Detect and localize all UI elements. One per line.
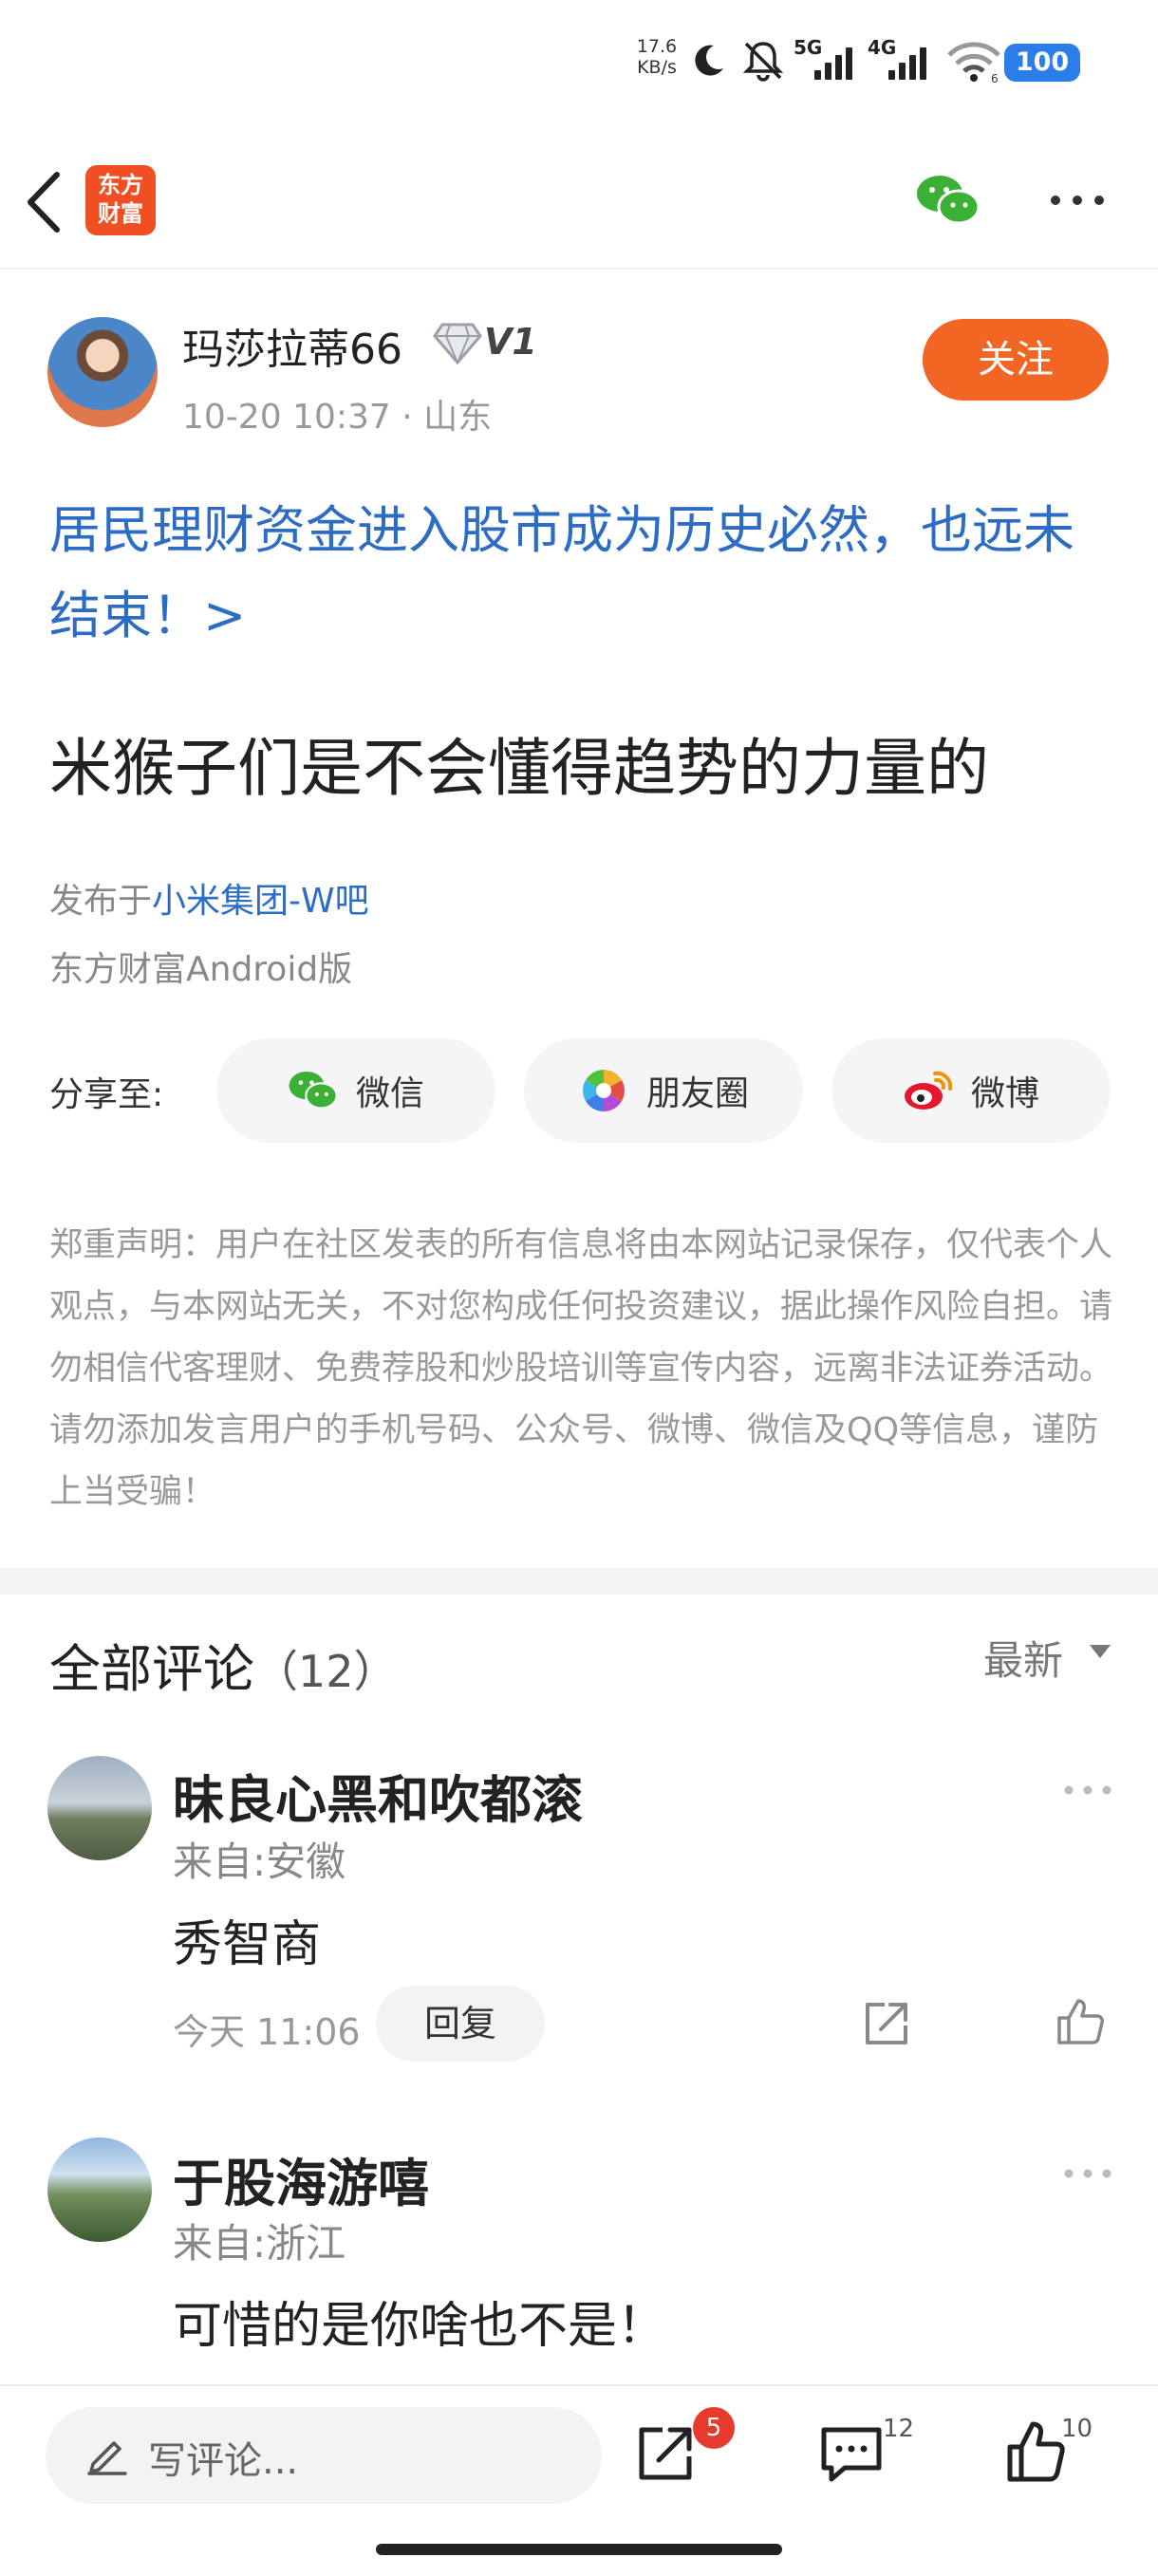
sort-dropdown[interactable]: 最新 [983,1629,1063,1687]
like-icon[interactable] [1004,2418,1067,2485]
comments-count: （12） [254,1646,398,1697]
share-icon[interactable] [860,1997,913,2050]
pencil-icon [87,2441,127,2475]
wifi-sub: 6 [991,72,999,84]
share-count-badge: 5 [693,2407,735,2449]
comment-count: 12 [883,2415,915,2443]
network-speed: 17.6 KB/s [630,36,683,78]
comment-avatar[interactable] [47,1756,152,1860]
share-moments-button[interactable]: 朋友圈 [524,1038,803,1143]
author-name[interactable]: 玛莎拉蒂66 [182,315,402,376]
post-body: 米猴子们是不会懂得趋势的力量的 [49,732,989,805]
comment-time: 今天 11:06 [173,2011,361,2053]
logo-line2: 财富 [98,200,143,227]
more-icon[interactable] [1048,186,1107,215]
share-weibo-label: 微博 [970,1074,1039,1113]
logo-line1: 东方 [98,172,143,198]
diamond-icon [433,323,482,365]
like-count: 10 [1061,2415,1093,2443]
app-logo[interactable]: 东方 财富 [85,165,156,235]
share-wechat-label: 微信 [355,1074,424,1113]
signal-sim2-icon: 4G [868,36,934,84]
share-wechat-button[interactable]: 微信 [216,1038,495,1143]
share-label: 分享至: [49,1075,164,1114]
comments-title-label: 全部评论 [49,1639,254,1699]
share-icon[interactable] [634,2422,697,2485]
caret-down-icon[interactable] [1088,1642,1112,1661]
comment-icon[interactable] [818,2422,885,2485]
comment-location: 来自:安徽 [173,1839,346,1885]
comment-text: 秀智商 [173,1916,322,1973]
comment-avatar[interactable] [47,2137,152,2242]
back-icon[interactable] [23,169,65,235]
comment-author[interactable]: 于股海游嘻 [173,2141,429,2216]
signal-sim1-icon: 5G [794,36,860,84]
comment-more-icon[interactable] [1061,1781,1114,1800]
bell-off-icon [742,42,784,82]
weibo-icon [904,1071,953,1110]
comment-more-icon[interactable] [1061,2164,1114,2183]
topic-link[interactable]: 居民理财资金进入股市成为历史必然，也远未结束！> [49,488,1112,659]
network-speed-unit: KB/s [637,57,677,78]
comment-input-placeholder[interactable]: 写评论... [148,2430,298,2485]
wechat-icon [289,1071,338,1110]
posted-in-prefix: 发布于 [49,882,153,921]
bar-link[interactable]: 小米集团-W吧 [152,882,369,921]
post-meta: 10-20 10:37 · 山东 [182,398,493,437]
reply-button[interactable]: 回复 [376,1986,545,2062]
comment-location: 来自:浙江 [173,2220,346,2267]
comment-text: 可惜的是你啥也不是！ [173,2298,667,2355]
author-avatar[interactable] [47,317,158,427]
section-divider [0,1568,1158,1595]
follow-button[interactable]: 关注 [923,319,1109,401]
wifi-icon: 6 [947,42,1000,84]
wechat-icon[interactable] [915,173,981,228]
level-label: V1 [484,321,537,363]
nav-divider [0,268,1158,270]
battery-indicator: 100 [1004,44,1080,82]
share-moments-label: 朋友圈 [645,1074,749,1113]
disclaimer: 郑重声明：用户在社区发表的所有信息将由本网站记录保存，仅代表个人观点，与本网站无… [49,1226,1113,1511]
client-source: 东方财富Android版 [49,950,353,989]
network-speed-value: 17.6 [636,36,678,57]
like-icon[interactable] [1054,1995,1107,2048]
moon-icon [695,45,723,76]
comment-author[interactable]: 昧良心黑和吹都滚 [173,1758,583,1833]
home-indicator[interactable] [376,2544,782,2555]
posted-in: 发布于小米集团-W吧 [49,873,369,923]
level-badge: V1 [433,317,551,368]
moments-icon [583,1070,625,1111]
share-weibo-button[interactable]: 微博 [831,1038,1111,1143]
status-bar: 17.6 KB/s 5G 4G 6 100 [0,0,1158,123]
comments-title: 全部评论（12） [49,1627,398,1702]
